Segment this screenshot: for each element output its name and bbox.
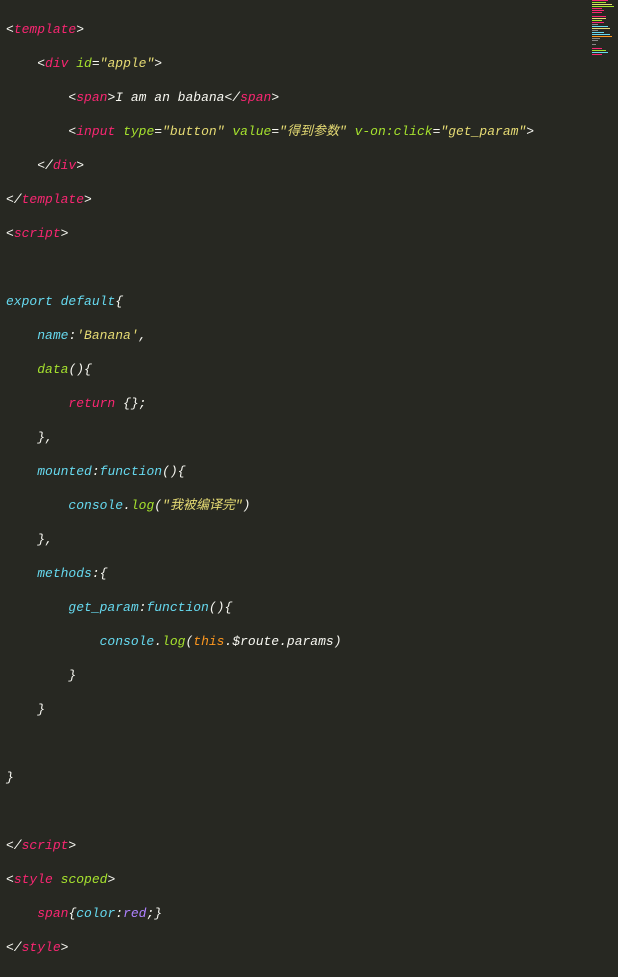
code-line: <div id="apple"> <box>6 55 612 72</box>
code-line: name:'Banana', <box>6 327 612 344</box>
code-line: console.log("我被编译完") <box>6 497 612 514</box>
code-line: } <box>6 769 612 786</box>
code-line <box>6 803 612 820</box>
code-line: get_param:function(){ <box>6 599 612 616</box>
code-editor[interactable]: <template> <div id="apple"> <span>I am a… <box>0 0 618 977</box>
code-line: <style scoped> <box>6 871 612 888</box>
code-line: }, <box>6 429 612 446</box>
code-line: mounted:function(){ <box>6 463 612 480</box>
code-line: </div> <box>6 157 612 174</box>
code-line: </template> <box>6 191 612 208</box>
code-line: <input type="button" value="得到参数" v-on:c… <box>6 123 612 140</box>
code-line: </style> <box>6 939 612 956</box>
code-line: console.log(this.$route.params) <box>6 633 612 650</box>
code-line: methods:{ <box>6 565 612 582</box>
code-line: data(){ <box>6 361 612 378</box>
code-line: } <box>6 667 612 684</box>
code-line <box>6 735 612 752</box>
code-line: return {}; <box>6 395 612 412</box>
code-line: } <box>6 701 612 718</box>
code-line <box>6 259 612 276</box>
code-line: <script> <box>6 225 612 242</box>
code-line: span{color:red;} <box>6 905 612 922</box>
code-line: export default{ <box>6 293 612 310</box>
code-line: <span>I am an babana</span> <box>6 89 612 106</box>
code-line: <template> <box>6 21 612 38</box>
code-line: }, <box>6 531 612 548</box>
minimap[interactable] <box>592 0 618 510</box>
code-line: </script> <box>6 837 612 854</box>
